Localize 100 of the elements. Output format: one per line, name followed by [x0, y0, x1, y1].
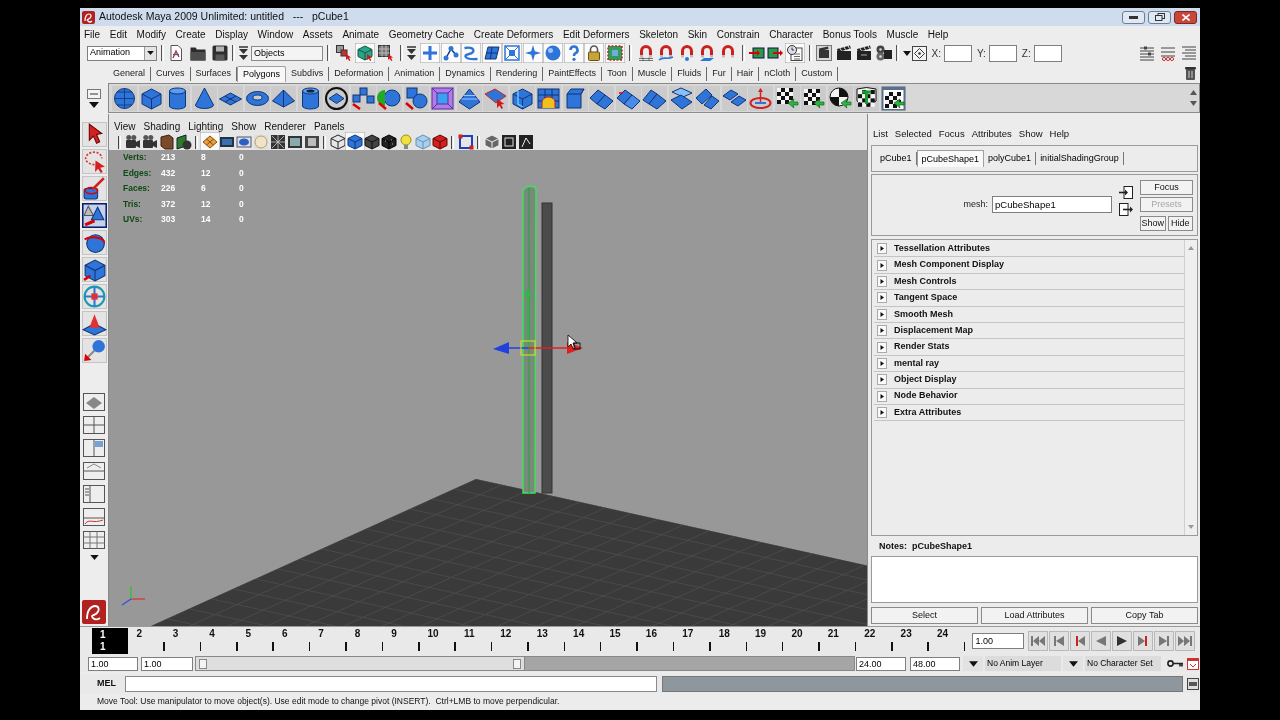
- shelf-tab[interactable]: Hair: [731, 67, 760, 81]
- slider-handle-icon[interactable]: [199, 658, 207, 669]
- pipe-icon[interactable]: [297, 85, 323, 111]
- menu-item[interactable]: Edit: [109, 26, 127, 42]
- slider-handle-icon[interactable]: [513, 658, 521, 669]
- cube-arrow-icon[interactable]: [355, 43, 375, 63]
- pane-grid-icon[interactable]: [83, 531, 105, 549]
- menu-item[interactable]: Assets: [302, 26, 333, 42]
- triangle-right-icon[interactable]: [877, 243, 887, 255]
- editor-menu-item[interactable]: Help: [1049, 126, 1070, 141]
- section-header[interactable]: Object Display: [874, 372, 1184, 389]
- editor-menu-item[interactable]: List: [873, 126, 888, 141]
- magnet-plane-icon[interactable]: [699, 45, 715, 61]
- render-view-icon[interactable]: [815, 45, 832, 61]
- list-nodes-icon[interactable]: [1160, 45, 1176, 61]
- history-icon[interactable]: [784, 43, 805, 63]
- shelf-tab[interactable]: Muscle: [632, 67, 673, 81]
- character-set-dropdown-button[interactable]: [1063, 656, 1083, 671]
- magnet-point-icon[interactable]: [678, 45, 695, 61]
- triangle-down-icon[interactable]: [147, 51, 154, 55]
- frame-icon[interactable]: [500, 134, 517, 150]
- menu-item[interactable]: Create: [175, 26, 206, 42]
- shelf-tab[interactable]: General: [108, 67, 152, 81]
- command-input-field[interactable]: [125, 675, 657, 692]
- plane-cursor-icon[interactable]: [483, 85, 508, 111]
- camera-icon[interactable]: [141, 134, 158, 150]
- triangle-right-icon[interactable]: [877, 357, 887, 369]
- shelf-menu-icon[interactable]: [87, 88, 101, 99]
- stacked-planes-icon[interactable]: [668, 85, 694, 111]
- triangle-right-icon[interactable]: [877, 292, 887, 304]
- pane-list-icon[interactable]: [83, 485, 105, 503]
- panel-menu-item[interactable]: View: [114, 118, 136, 134]
- shelf-tab[interactable]: nCloth: [759, 67, 797, 81]
- menu-item[interactable]: Animate: [342, 26, 380, 42]
- magnet-icon[interactable]: [719, 45, 736, 61]
- wire-cube-icon[interactable]: [329, 134, 346, 150]
- editor-menu-item[interactable]: Attributes: [971, 126, 1012, 141]
- menu-item[interactable]: Display: [215, 26, 248, 42]
- shelf-tab[interactable]: Rendering: [490, 67, 544, 81]
- editor-menu-item[interactable]: Focus: [938, 126, 965, 141]
- menu-item[interactable]: File: [84, 26, 101, 42]
- section-header[interactable]: Render Stats: [874, 339, 1184, 356]
- shelf-tab[interactable]: Dynamics: [440, 67, 491, 81]
- arrow-out-box-icon[interactable]: [1119, 203, 1133, 216]
- triangle-down-icon[interactable]: [902, 50, 911, 56]
- panel-menu-item[interactable]: Show: [231, 118, 257, 134]
- shelf-tab[interactable]: Fur: [707, 67, 732, 81]
- checker-window-icon[interactable]: [880, 85, 906, 111]
- shelf-tab[interactable]: Subdivs: [286, 67, 330, 81]
- joint-xray-icon[interactable]: [517, 134, 534, 150]
- folded-tiles-icon[interactable]: [589, 85, 614, 111]
- film-reel-icon[interactable]: [875, 45, 892, 61]
- key-icon[interactable]: [1167, 660, 1183, 667]
- editor-button[interactable]: Copy Tab: [1091, 607, 1198, 624]
- triangle-right-icon[interactable]: [877, 325, 887, 337]
- triangle-down-icon[interactable]: [89, 101, 99, 108]
- solid-cube-icon[interactable]: [431, 134, 448, 150]
- arrow-into-square-icon[interactable]: [748, 45, 765, 61]
- folded-tiles-icon[interactable]: [642, 85, 667, 111]
- triangle-down-icon[interactable]: [968, 660, 978, 667]
- sphere-icon[interactable]: [112, 85, 137, 111]
- list-sliders-icon[interactable]: [1139, 45, 1155, 61]
- resolution-gate-icon[interactable]: [235, 134, 252, 150]
- range-end-field[interactable]: 24.00: [856, 656, 906, 671]
- triangle-right-icon[interactable]: [877, 374, 887, 386]
- wireframe-grid-icon[interactable]: [269, 134, 286, 150]
- menu-item[interactable]: Character: [769, 26, 814, 42]
- new-file-icon[interactable]: [168, 45, 184, 61]
- menu-set-dropdown[interactable]: Animation: [87, 45, 157, 61]
- editor-menu-item[interactable]: Show: [1018, 126, 1043, 141]
- node-tab[interactable]: pCube1: [876, 152, 917, 165]
- triangle-down-icon[interactable]: [1068, 660, 1078, 667]
- menu-item[interactable]: Skin: [687, 26, 708, 42]
- triangle-right-icon[interactable]: [877, 275, 887, 287]
- lattice-icon[interactable]: [502, 43, 522, 63]
- collapse-arrow-icon[interactable]: [239, 46, 248, 60]
- grid-arrow-icon[interactable]: [378, 45, 394, 61]
- panel-menu-item[interactable]: Shading: [143, 118, 181, 134]
- menu-item[interactable]: Skeleton: [639, 26, 679, 42]
- lasso-icon[interactable]: [81, 149, 107, 174]
- wire-cube-icon[interactable]: [430, 85, 455, 111]
- menu-item[interactable]: Create Deformers: [473, 26, 554, 42]
- save-icon[interactable]: [212, 45, 228, 61]
- move-tool-icon[interactable]: [81, 203, 107, 228]
- arch-grid-icon[interactable]: [536, 85, 561, 111]
- move-manipulator[interactable]: [493, 288, 583, 356]
- triangle-right-icon[interactable]: [877, 259, 887, 271]
- menu-item[interactable]: Window: [257, 26, 294, 42]
- target-square-icon[interactable]: [911, 45, 927, 61]
- bevel-cube-icon[interactable]: [562, 85, 588, 111]
- textured-cube-icon[interactable]: [380, 134, 397, 150]
- restore-icon[interactable]: [1154, 13, 1165, 21]
- panel-menu-item[interactable]: Lighting: [188, 118, 224, 134]
- preferences-icon[interactable]: [1187, 657, 1199, 670]
- editor-button[interactable]: Load Attributes: [981, 607, 1088, 624]
- soft-modify-icon[interactable]: [81, 311, 107, 336]
- editor-button[interactable]: Focus: [1140, 180, 1193, 195]
- triangle-right-icon[interactable]: [877, 341, 887, 353]
- show-manip-icon[interactable]: [81, 338, 107, 363]
- trash-icon[interactable]: [1185, 67, 1196, 80]
